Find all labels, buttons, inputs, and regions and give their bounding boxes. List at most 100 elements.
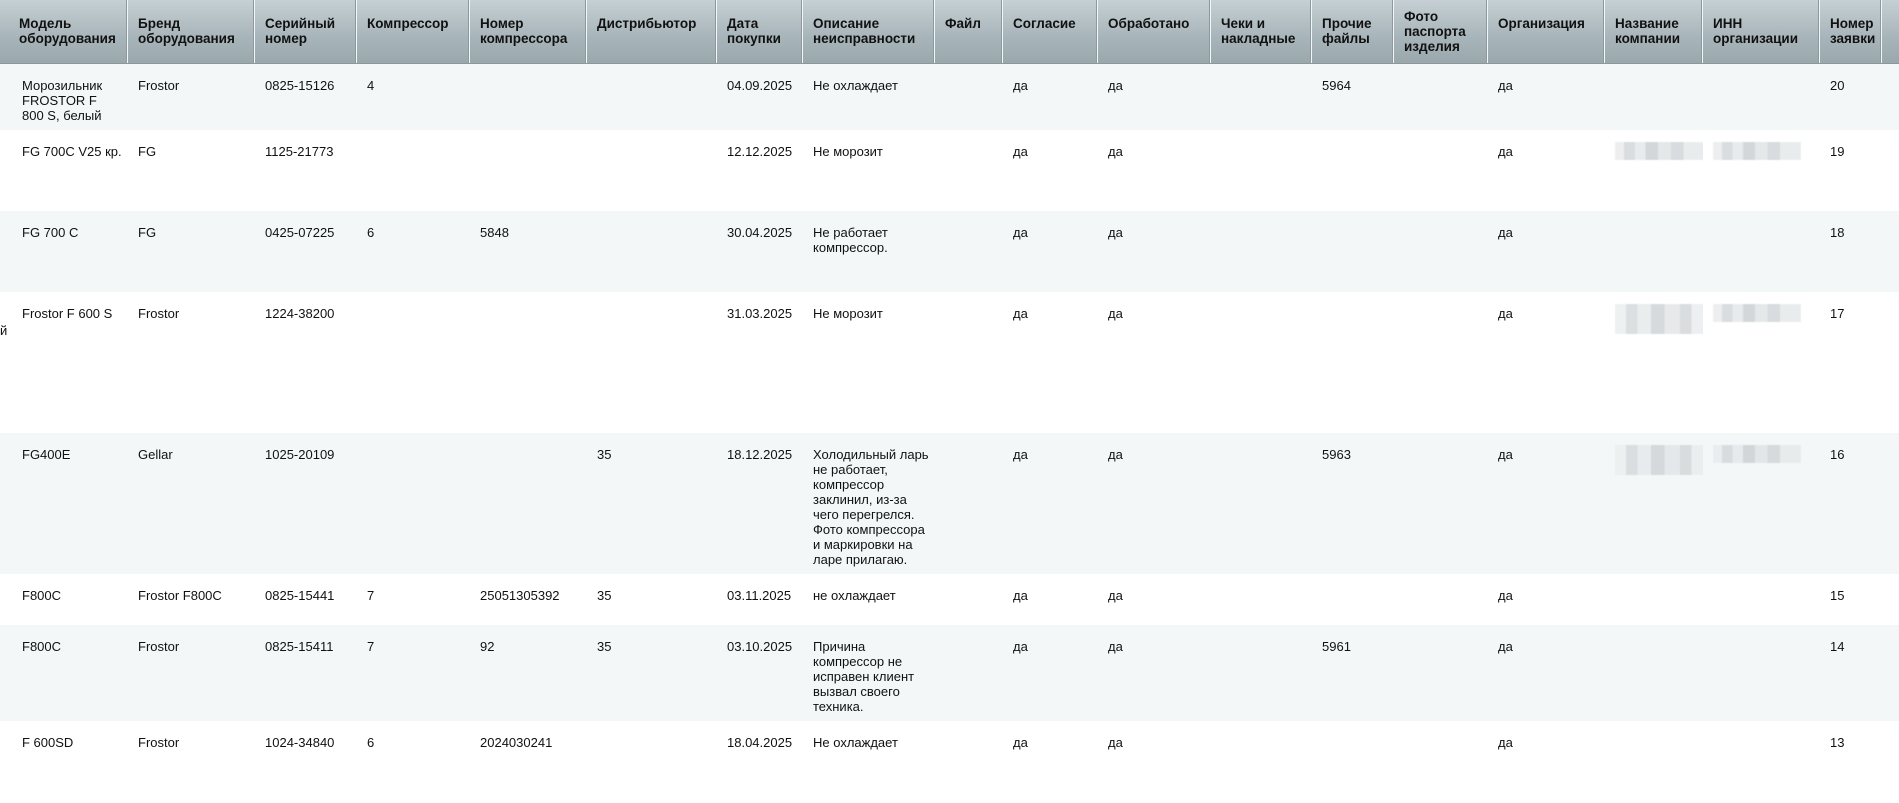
cell-compressor: 6 (367, 735, 375, 750)
cell-compressor-number (470, 130, 587, 144)
column-header-brand[interactable]: Бренд оборудования (128, 0, 255, 63)
cell-fault-description: Не работает компрессор. (813, 225, 888, 255)
cell-file (935, 211, 1003, 225)
cell-file (935, 292, 1003, 306)
cell-passport-photo (1394, 625, 1488, 639)
column-header-distributor[interactable]: Дистрибьютор (587, 0, 717, 63)
cell-processed: да (1108, 225, 1123, 240)
cell-request-number: 18 (1830, 225, 1845, 240)
cell-fault-description: Не морозит (813, 144, 883, 159)
cell-distributor (587, 211, 717, 225)
cell-file (935, 433, 1003, 447)
cell-processed: да (1108, 447, 1123, 462)
redacted-inn (1713, 142, 1801, 160)
cell-purchase-date: 04.09.2025 (727, 78, 793, 93)
cell-inn (1703, 211, 1820, 225)
column-header-receipts[interactable]: Чеки и накладные (1211, 0, 1312, 63)
column-header-model[interactable]: Модель оборудования (0, 0, 128, 63)
cell-serial: 0825-15411 (265, 639, 334, 654)
cell-inn (1703, 433, 1820, 466)
cell-model: FG400E (22, 447, 71, 462)
column-header-serial[interactable]: Серийный номер (255, 0, 357, 63)
cell-purchase-date: 31.03.2025 (727, 306, 793, 321)
column-header-company-name[interactable]: Название компании (1605, 0, 1703, 63)
cell-other-files: 5964 (1322, 78, 1351, 93)
cell-consent: да (1013, 306, 1028, 321)
cell-purchase-date: 18.12.2025 (727, 447, 793, 462)
cell-compressor (357, 130, 470, 144)
column-header-organization[interactable]: Организация (1488, 0, 1605, 63)
redacted-inn (1713, 304, 1801, 322)
table-row[interactable]: Морозильник FROSTOR F 800 S, белый Frost… (0, 64, 1899, 130)
cell-passport-photo (1394, 130, 1488, 144)
table-row[interactable]: FG 700 C FG 0425-07225 6 5848 30.04.2025… (0, 211, 1899, 292)
table-row[interactable]: F 600SD Frostor 1024-34840 6 2024030241 … (0, 721, 1899, 803)
cell-request-number: 19 (1830, 144, 1845, 159)
column-header-file[interactable]: Файл (935, 0, 1003, 63)
cell-request-number: 17 (1830, 306, 1845, 321)
cell-processed: да (1108, 588, 1123, 603)
cell-inn (1703, 721, 1820, 735)
table-row[interactable]: F800C Frostor F800C 0825-15441 7 2505130… (0, 574, 1899, 625)
table-row[interactable]: Frostor F 600 S Frostor 1224-38200 31.03… (0, 292, 1899, 433)
cell-other-files (1312, 130, 1394, 144)
cell-compressor-number (470, 433, 587, 447)
cell-consent: да (1013, 735, 1028, 750)
cell-distributor: 35 (597, 588, 612, 603)
cell-compressor: 7 (367, 639, 375, 654)
table-row[interactable]: FG 700C V25 кр. FG 1125-21773 12.12.2025… (0, 130, 1899, 211)
column-header-compressor[interactable]: Компрессор (357, 0, 470, 63)
cell-organization: да (1498, 78, 1513, 93)
cell-compressor-number: 92 (480, 639, 495, 654)
cell-receipts (1211, 625, 1312, 639)
cell-compressor: 7 (367, 588, 375, 603)
cell-fault-description: Не охлаждает (813, 735, 898, 750)
cell-inn (1703, 130, 1820, 163)
column-header-other-files[interactable]: Прочие файлы (1312, 0, 1394, 63)
cell-inn (1703, 625, 1820, 639)
table-row[interactable]: F800C Frostor 0825-15411 7 92 35 03.10.2… (0, 625, 1899, 721)
cell-model: FG 700 C (22, 225, 79, 240)
cell-compressor: 4 (367, 78, 375, 93)
cell-serial: 1125-21773 (265, 144, 334, 159)
cell-processed: да (1108, 78, 1123, 93)
cell-compressor (357, 292, 470, 306)
redacted-company-name (1615, 304, 1703, 334)
column-header-fault-description[interactable]: Описание неисправности (803, 0, 935, 63)
column-header-purchase-date[interactable]: Дата покупки (717, 0, 803, 63)
cell-consent: да (1013, 639, 1028, 654)
cell-receipts (1211, 64, 1312, 78)
cell-brand: Frostor (138, 78, 180, 93)
cell-file (935, 625, 1003, 639)
column-header-request-number[interactable]: Номер заявки (1820, 0, 1882, 63)
cell-organization: да (1498, 735, 1513, 750)
cell-company-name (1605, 574, 1703, 588)
cell-other-files (1312, 211, 1394, 225)
cell-compressor: 6 (367, 225, 375, 240)
cell-consent: да (1013, 588, 1028, 603)
cell-receipts (1211, 130, 1312, 144)
cell-inn (1703, 574, 1820, 588)
column-header-consent[interactable]: Согласие (1003, 0, 1098, 63)
column-header-compressor-number[interactable]: Номер компрессора (470, 0, 587, 63)
cell-compressor-number: 25051305392 (480, 588, 560, 603)
column-header-processed[interactable]: Обработано (1098, 0, 1211, 63)
cell-serial: 1224-38200 (265, 306, 335, 321)
cell-file (935, 64, 1003, 78)
cell-purchase-date: 12.12.2025 (727, 144, 793, 159)
cell-compressor-number (470, 292, 587, 306)
cell-organization: да (1498, 588, 1513, 603)
clipped-cell-text: й (0, 323, 8, 338)
column-header-passport-photo[interactable]: Фото паспорта изделия (1394, 0, 1488, 63)
cell-brand: Frostor (138, 639, 180, 654)
cell-processed: да (1108, 639, 1123, 654)
table-header: Модель оборудования Бренд оборудования С… (0, 0, 1899, 64)
cell-distributor (587, 130, 717, 144)
cell-fault-description: Причина компрессор не исправен клиент вы… (813, 639, 915, 714)
cell-other-files (1312, 721, 1394, 735)
column-header-inn[interactable]: ИНН организации (1703, 0, 1820, 63)
cell-fault-description: не охлаждает (813, 588, 896, 603)
cell-model: F800C (22, 588, 62, 603)
table-row[interactable]: FG400E Gellar 1025-20109 35 18.12.2025 Х… (0, 433, 1899, 574)
cell-request-number: 15 (1830, 588, 1845, 603)
